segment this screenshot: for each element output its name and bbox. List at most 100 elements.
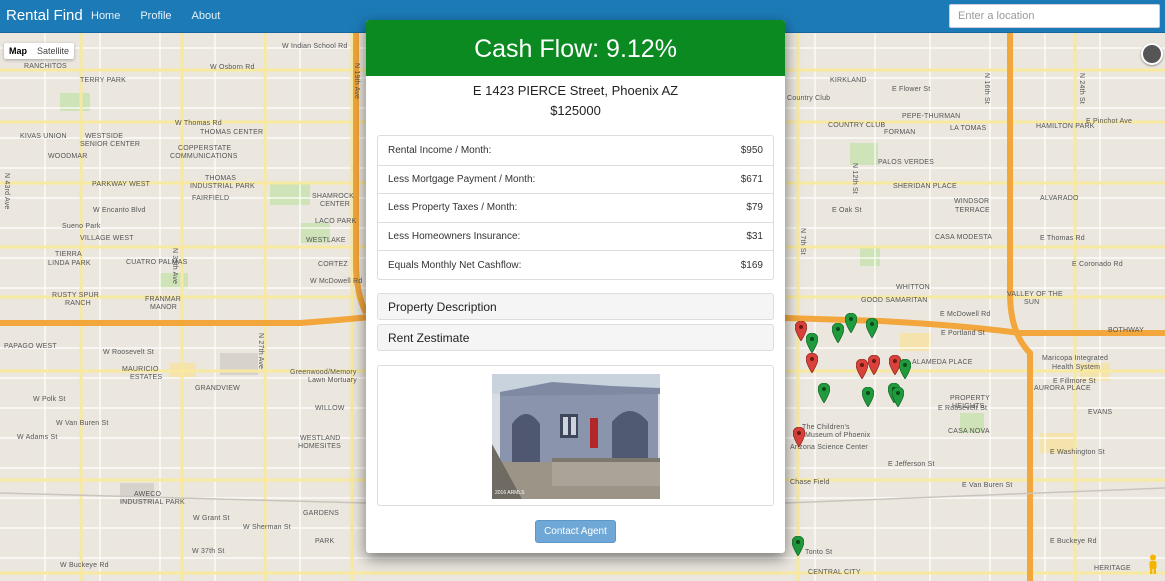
map-label: RANCHITOS <box>24 63 67 70</box>
property-description-panel[interactable]: Property Description <box>377 293 774 320</box>
map-label: CASA MODESTA <box>935 234 993 241</box>
map-label: WOODMAR <box>48 153 88 160</box>
map-label: W Sherman St <box>243 524 291 531</box>
map-label: E Jefferson St <box>888 461 935 468</box>
map-label: Sueno Park <box>62 223 101 230</box>
map-label: COUNTRY CLUB <box>828 122 886 129</box>
map-label: SHERIDAN PLACE <box>893 183 957 190</box>
nav-about-link[interactable]: About <box>192 10 221 22</box>
map-label: W Indian School Rd <box>282 43 348 50</box>
listing-pin-green[interactable] <box>806 333 818 353</box>
table-row: Less Property Taxes / Month: $79 <box>378 193 773 222</box>
map-label: KIRKLAND <box>830 77 867 84</box>
map-label: E Oak St <box>832 207 862 214</box>
listing-pin-green[interactable] <box>892 387 904 407</box>
listing-pin-green[interactable] <box>866 318 878 338</box>
map-label: W Encanto Blvd <box>93 207 146 214</box>
listing-pin-green[interactable] <box>899 359 911 379</box>
rent-zestimate-panel[interactable]: Rent Zestimate <box>377 324 774 351</box>
map-label: W McDowell Rd <box>310 278 363 285</box>
map-label: RUSTY SPUR <box>52 292 99 299</box>
map-label: SUN <box>1024 299 1040 306</box>
map-label: TERRACE <box>955 207 990 214</box>
map-label: INDUSTRIAL PARK <box>120 499 185 506</box>
map-label: E Washington St <box>1050 449 1105 456</box>
map-label: E Fillmore St <box>1053 378 1096 385</box>
map-label: E Portland St <box>941 330 985 337</box>
map-label: W Osborn Rd <box>210 64 255 71</box>
listing-pin-green[interactable] <box>862 387 874 407</box>
map-label: INDUSTRIAL PARK <box>190 183 255 190</box>
listing-pin-green[interactable] <box>818 383 830 403</box>
map-label: E Pinchot Ave <box>1086 118 1133 125</box>
map-label: PARK <box>315 538 335 545</box>
map-label: E Roosevelt St <box>938 405 988 412</box>
map-label: WESTSIDE <box>85 133 124 140</box>
contact-agent-button[interactable]: Contact Agent <box>535 520 616 543</box>
listing-pin-red[interactable] <box>856 359 868 379</box>
map-label: Chase Field <box>790 479 830 486</box>
nav-home-link[interactable]: Home <box>91 10 120 22</box>
map-label: W Grant St <box>193 515 230 522</box>
map-label: E Van Buren St <box>962 482 1013 489</box>
map-label: WESTLAKE <box>306 237 346 244</box>
table-row: Less Mortgage Payment / Month: $671 <box>378 164 773 194</box>
row-label: Less Mortgage Payment / Month: <box>388 173 536 185</box>
property-photo[interactable]: 2016 ARMLS <box>492 374 660 499</box>
pegman-icon[interactable] <box>1147 554 1159 574</box>
map-label: E Buckeye Rd <box>1050 538 1097 545</box>
map-label: HERITAGE <box>1094 565 1131 572</box>
map-type-control: Map Satellite <box>4 43 75 59</box>
photo-watermark: 2016 ARMLS <box>495 490 525 496</box>
property-photo-container: 2016 ARMLS <box>377 365 774 506</box>
cashflow-table: Rental Income / Month: $950 Less Mortgag… <box>377 135 774 280</box>
listing-pin-green[interactable] <box>832 323 844 343</box>
map-label: ALVARADO <box>1040 195 1079 202</box>
map-label: Greenwood/Memory <box>290 369 357 376</box>
listing-pin-red[interactable] <box>806 353 818 373</box>
row-label: Less Property Taxes / Month: <box>388 202 518 214</box>
nav-profile-link[interactable]: Profile <box>140 10 171 22</box>
row-label: Equals Monthly Net Cashflow: <box>388 259 522 271</box>
brand-logo[interactable]: Rental Find <box>6 7 83 24</box>
map-type-map-button[interactable]: Map <box>4 43 32 59</box>
map-label: W Thomas Rd <box>175 120 222 127</box>
map-label: SENIOR CENTER <box>80 141 141 148</box>
map-label: The Children's <box>802 424 850 431</box>
map-label: FAIRFIELD <box>192 195 230 202</box>
listing-pin-red[interactable] <box>868 355 880 375</box>
map-label: AURORA PLACE <box>1034 385 1091 392</box>
listing-pin-green[interactable] <box>845 313 857 333</box>
map-label: Maricopa Integrated <box>1042 355 1109 362</box>
map-label: N 24th St <box>1078 73 1085 104</box>
row-value: $31 <box>746 231 763 243</box>
listing-pin-red[interactable] <box>793 427 805 447</box>
map-label: E McDowell Rd <box>940 311 991 318</box>
map-label: Lawn Mortuary <box>308 377 357 384</box>
table-row: Equals Monthly Net Cashflow: $169 <box>378 250 773 279</box>
property-modal: Cash Flow: 9.12% E 1423 PIERCE Street, P… <box>366 20 785 553</box>
map-label: LACO PARK <box>315 218 357 225</box>
row-label: Rental Income / Month: <box>388 144 492 156</box>
map-label: AWECO <box>134 491 162 498</box>
location-search-input[interactable] <box>949 4 1160 28</box>
listing-pin-green[interactable] <box>792 536 804 556</box>
map-label: W Polk St <box>33 396 66 403</box>
map-label: GRANDVIEW <box>195 385 240 392</box>
map-label: N 7th St <box>799 228 806 255</box>
map-label: Health System <box>1052 364 1101 371</box>
row-value: $169 <box>740 259 763 271</box>
map-label: TERRY PARK <box>80 77 126 84</box>
property-price: $125000 <box>550 103 601 118</box>
map-label: W Buckeye Rd <box>60 562 109 569</box>
map-type-satellite-button[interactable]: Satellite <box>32 43 74 59</box>
map-label: WESTLAND <box>300 435 341 442</box>
map-label: COPPERSTATE <box>178 145 232 152</box>
map-label: FRANMAR <box>145 296 182 303</box>
map-label: PALOS VERDES <box>878 159 934 166</box>
map-label: N 19th Ave <box>353 63 360 100</box>
map-rotate-icon[interactable] <box>1141 43 1163 65</box>
map-label: N 35th Ave <box>171 248 178 285</box>
map-label: FORMAN <box>884 129 916 136</box>
map-label: N 16th St <box>983 73 990 104</box>
